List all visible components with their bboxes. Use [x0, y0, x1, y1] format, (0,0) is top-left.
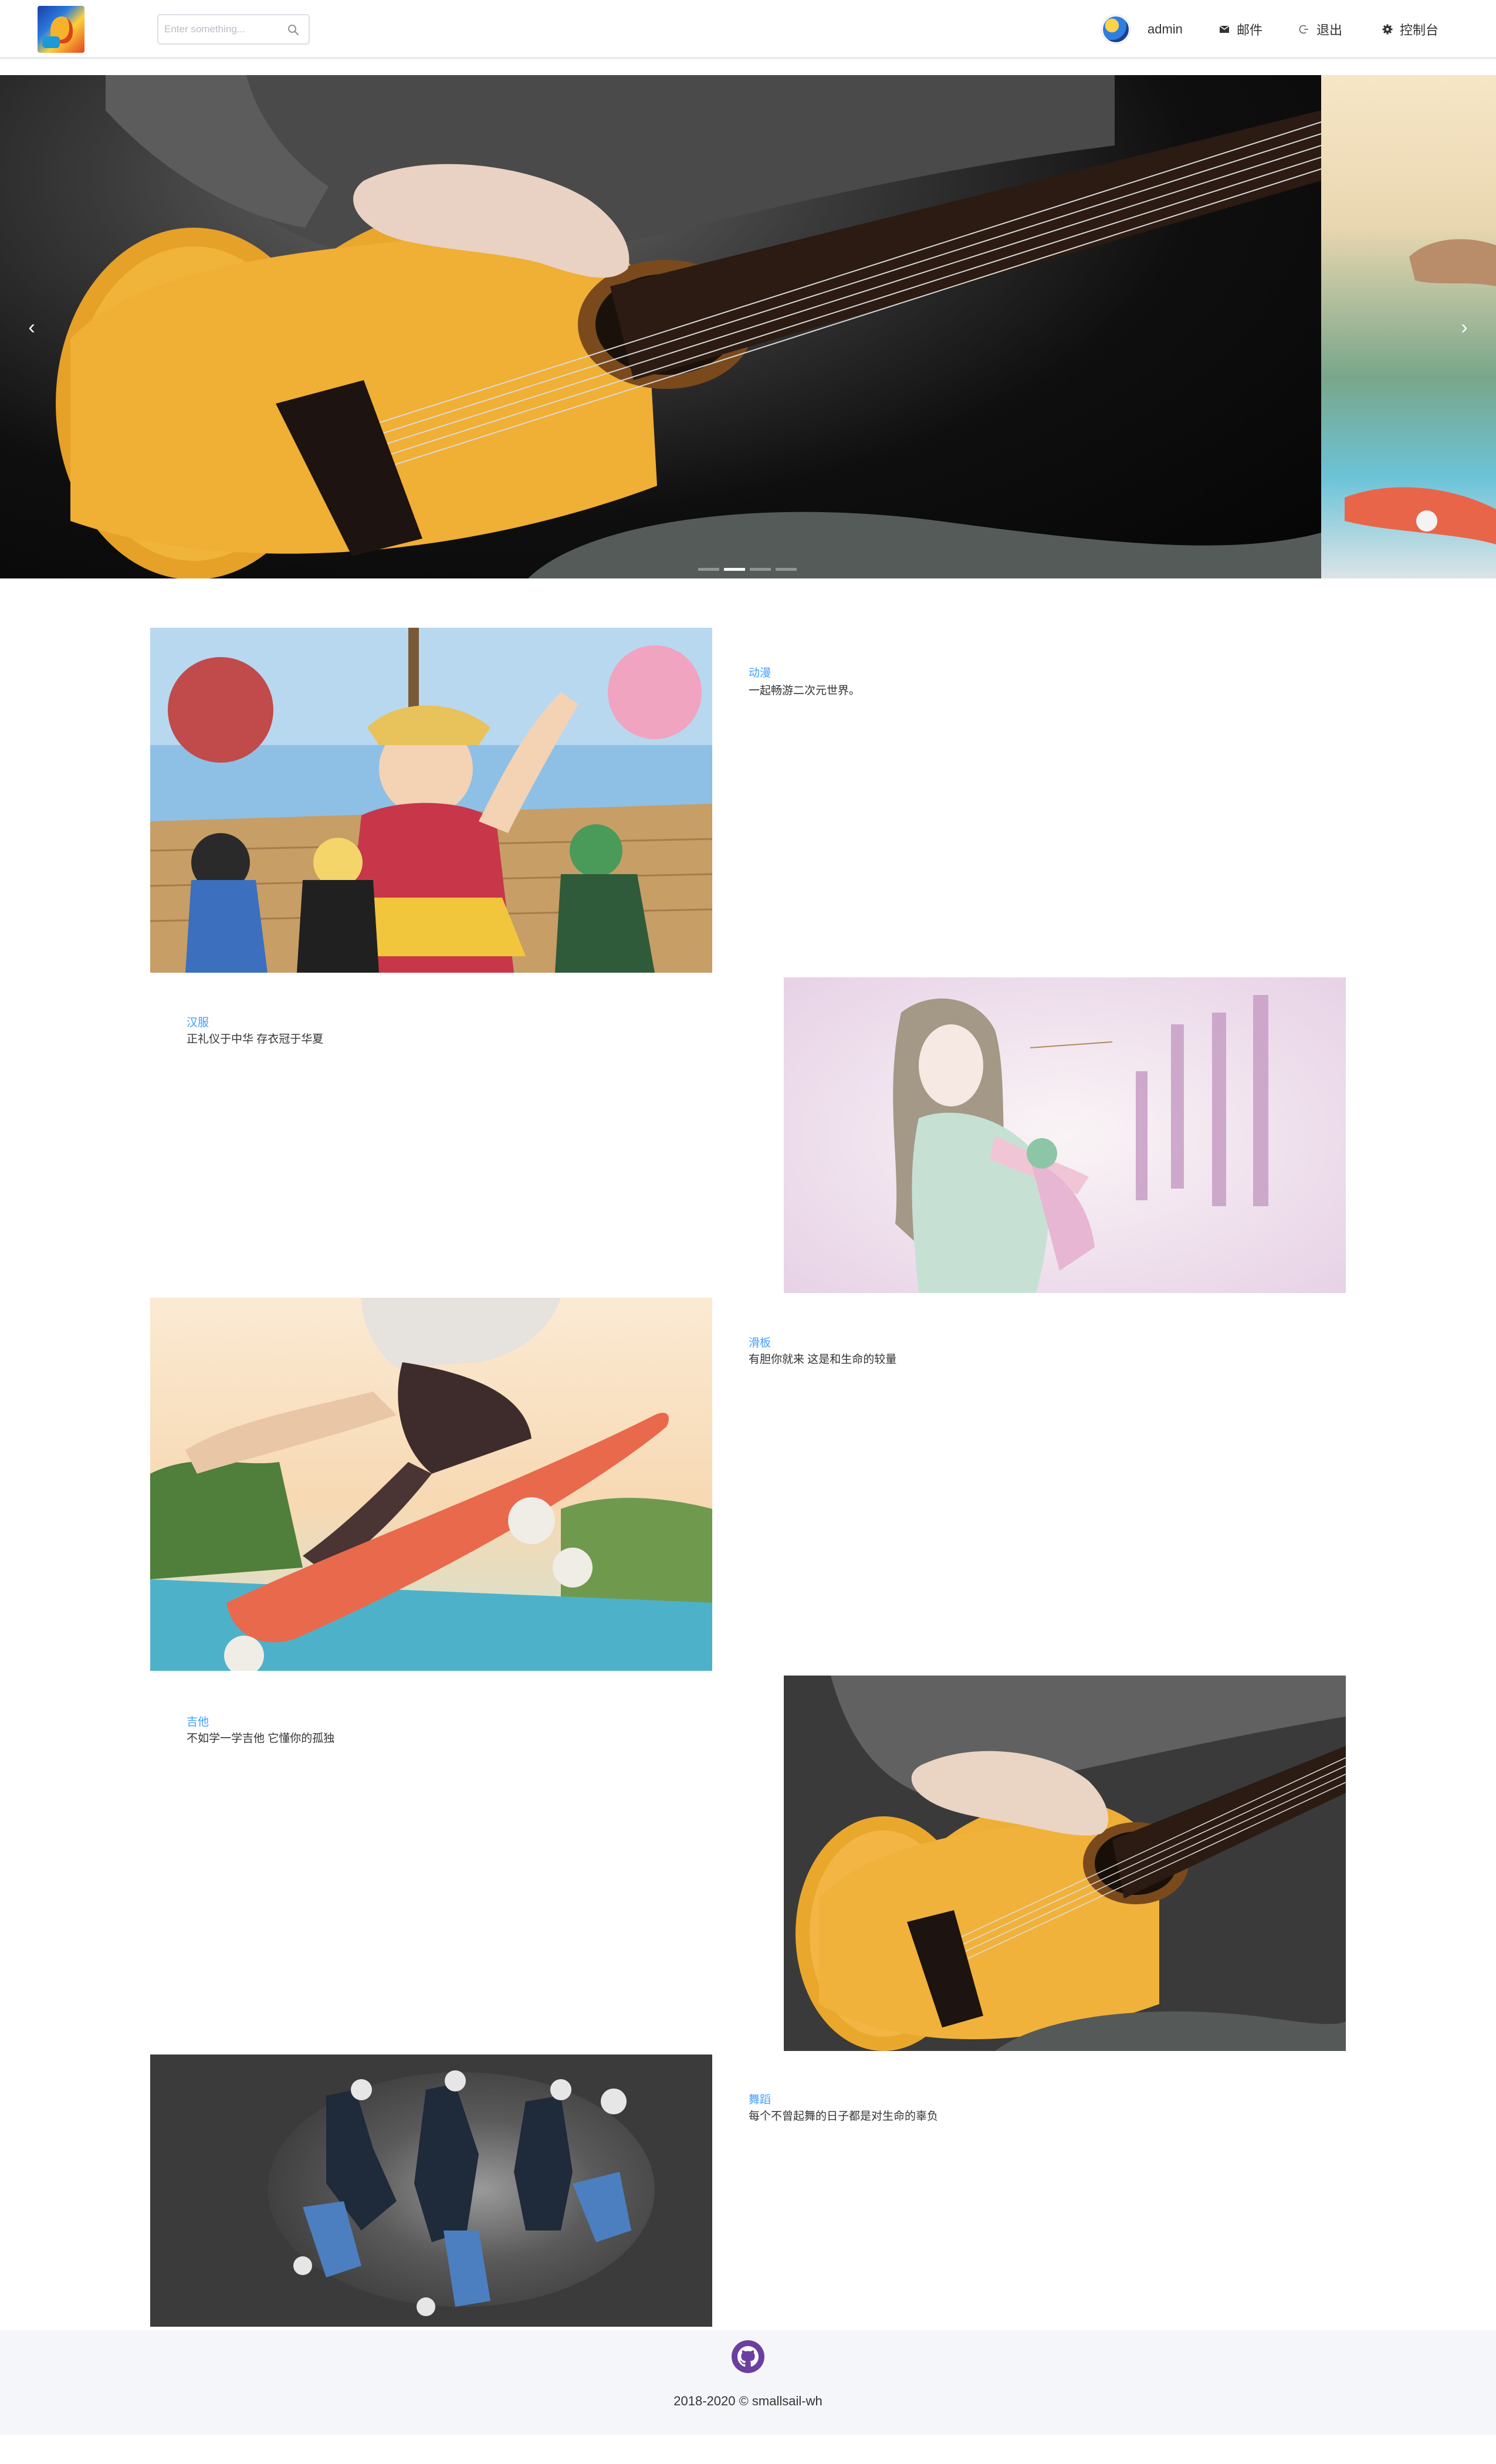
- search-box: [157, 14, 310, 45]
- carousel-indicator[interactable]: [776, 568, 797, 571]
- user-avatar[interactable]: [1102, 15, 1130, 43]
- card-image-dance[interactable]: [150, 2055, 712, 2327]
- carousel-prev-button[interactable]: ‹: [14, 310, 49, 345]
- top-navbar: admin 邮件 退出 控制台: [0, 0, 1496, 59]
- carousel-indicator-active[interactable]: [724, 568, 745, 571]
- card-desc-guitar: 不如学一学吉他 它懂你的孤独: [187, 1732, 335, 1745]
- anime-image: [150, 628, 712, 973]
- card-title-dance[interactable]: 舞蹈: [749, 2091, 771, 2107]
- card-desc-anime: 一起畅游二次元世界。: [749, 685, 861, 697]
- carousel-indicator[interactable]: [698, 568, 719, 571]
- card-desc-dance: 每个不曾起舞的日子都是对生命的辜负: [749, 2110, 939, 2123]
- skateboard-card-image: [150, 1298, 712, 1671]
- mail-icon: [1219, 25, 1230, 33]
- card-image-anime[interactable]: [150, 628, 712, 973]
- logout-icon: [1299, 25, 1308, 34]
- carousel-next-button[interactable]: ›: [1447, 310, 1482, 345]
- card-desc-skateboard: 有胆你就来 这是和生命的较量: [749, 1353, 897, 1366]
- site-logo[interactable]: [38, 6, 84, 53]
- card-image-skateboard[interactable]: [150, 1298, 712, 1671]
- copyright-text: 2018-2020 © smallsail-wh: [673, 2394, 823, 2408]
- nav-item-logout-label: 退出: [1316, 23, 1343, 38]
- nav-item-mail-label: 邮件: [1237, 23, 1263, 38]
- card-image-hanfu[interactable]: [784, 977, 1346, 1293]
- search-icon[interactable]: [286, 23, 300, 37]
- carousel-indicator[interactable]: [750, 568, 771, 571]
- github-icon[interactable]: [731, 2340, 765, 2374]
- guitar-image: [56, 75, 1322, 578]
- nav-item-console-label: 控制台: [1400, 23, 1439, 38]
- card-title-anime[interactable]: 动漫: [749, 664, 771, 680]
- carousel-indicators: [698, 568, 797, 571]
- gear-icon: [1382, 24, 1393, 35]
- search-input[interactable]: [164, 20, 282, 39]
- card-title-guitar[interactable]: 吉他: [187, 1713, 209, 1729]
- chevron-left-icon: ‹: [28, 316, 35, 339]
- card-desc-hanfu: 正礼仪于中华 存衣冠于华夏: [187, 1033, 324, 1045]
- footer: 2018-2020 © smallsail-wh: [0, 2330, 1496, 2435]
- nav-item-console[interactable]: 控制台: [1382, 18, 1439, 41]
- carousel-slide-guitar[interactable]: [0, 75, 1322, 578]
- card-title-hanfu[interactable]: 汉服: [187, 1014, 209, 1030]
- guitar-card-image: [784, 1676, 1346, 2051]
- chevron-right-icon: ›: [1461, 316, 1468, 339]
- username[interactable]: admin: [1148, 18, 1183, 41]
- nav-item-mail[interactable]: 邮件: [1219, 18, 1263, 41]
- nav-item-logout[interactable]: 退出: [1299, 18, 1342, 41]
- username-label: admin: [1148, 22, 1183, 36]
- card-title-skateboard[interactable]: 滑板: [749, 1334, 771, 1350]
- image-carousel[interactable]: ‹ ›: [0, 75, 1496, 578]
- dance-image: [150, 2055, 712, 2327]
- card-image-guitar[interactable]: [784, 1676, 1346, 2051]
- hanfu-image: [784, 977, 1346, 1293]
